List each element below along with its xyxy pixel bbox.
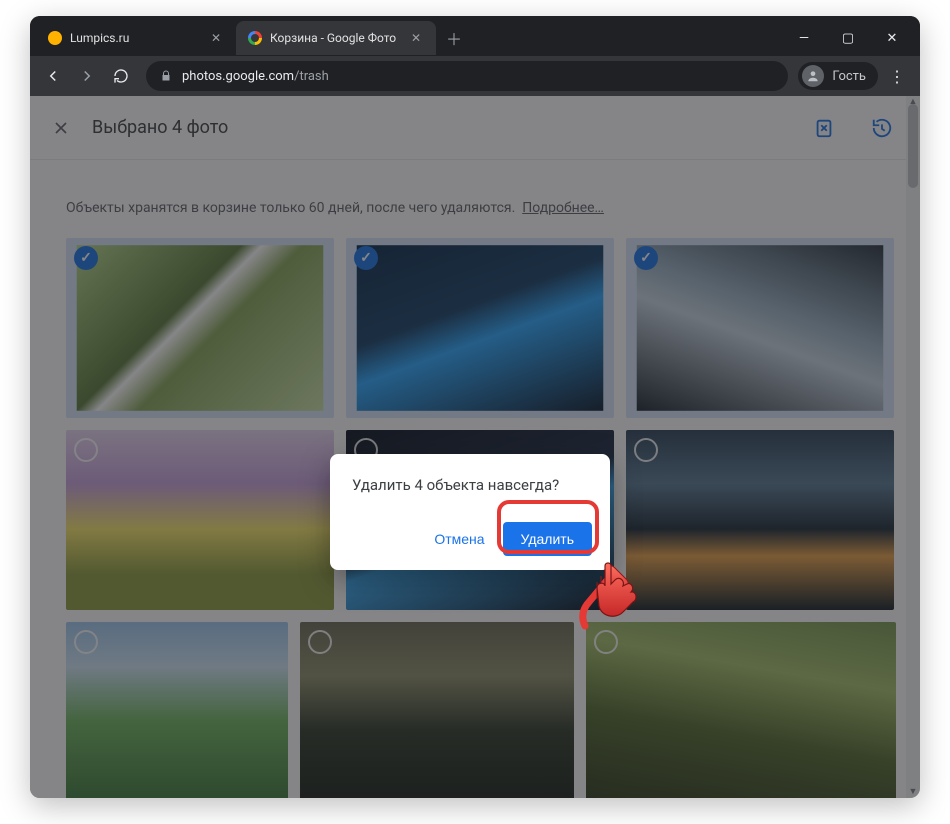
profile-chip[interactable]: Гость — [798, 62, 878, 90]
profile-label: Гость — [832, 69, 866, 84]
url-text: photos.google.com/trash — [182, 69, 329, 84]
browser-toolbar: photos.google.com/trash Гость ⋮ — [30, 56, 920, 96]
avatar-icon — [802, 65, 824, 87]
reload-button[interactable] — [106, 61, 136, 91]
minimize-button[interactable]: — — [782, 21, 826, 55]
modal-scrim[interactable] — [30, 96, 920, 798]
confirm-delete-dialog: Удалить 4 объекта навсегда? Отмена Удали… — [330, 454, 610, 570]
page-content: Выбрано 4 фото Объекты хранятся в корзин… — [30, 96, 920, 798]
tab-label: Корзина - Google Фото — [270, 31, 400, 45]
tab-label: Lumpics.ru — [70, 31, 200, 45]
tab-close-icon[interactable]: ✕ — [408, 30, 424, 46]
address-bar[interactable]: photos.google.com/trash — [146, 61, 788, 91]
maximize-button[interactable]: ▢ — [826, 21, 870, 55]
window-controls: — ▢ ✕ — [782, 21, 914, 55]
new-tab-button[interactable]: ＋ — [440, 24, 468, 52]
favicon-lumpics — [48, 31, 62, 45]
tab-strip: Lumpics.ru ✕ Корзина - Google Фото ✕ ＋ —… — [30, 16, 920, 56]
cancel-button[interactable]: Отмена — [424, 523, 494, 555]
forward-button[interactable] — [72, 61, 102, 91]
favicon-google-photos — [248, 31, 262, 45]
tab-lumpics[interactable]: Lumpics.ru ✕ — [36, 21, 236, 55]
browser-menu-button[interactable]: ⋮ — [882, 61, 912, 91]
dialog-title: Удалить 4 объекта навсегда? — [352, 476, 592, 494]
close-window-button[interactable]: ✕ — [870, 21, 914, 55]
tab-close-icon[interactable]: ✕ — [208, 30, 224, 46]
dialog-actions: Отмена Удалить — [352, 522, 592, 556]
back-button[interactable] — [38, 61, 68, 91]
lock-icon — [160, 70, 172, 82]
browser-window: Lumpics.ru ✕ Корзина - Google Фото ✕ ＋ —… — [30, 16, 920, 798]
tab-google-photos-trash[interactable]: Корзина - Google Фото ✕ — [236, 21, 436, 55]
delete-confirm-button[interactable]: Удалить — [503, 522, 592, 556]
